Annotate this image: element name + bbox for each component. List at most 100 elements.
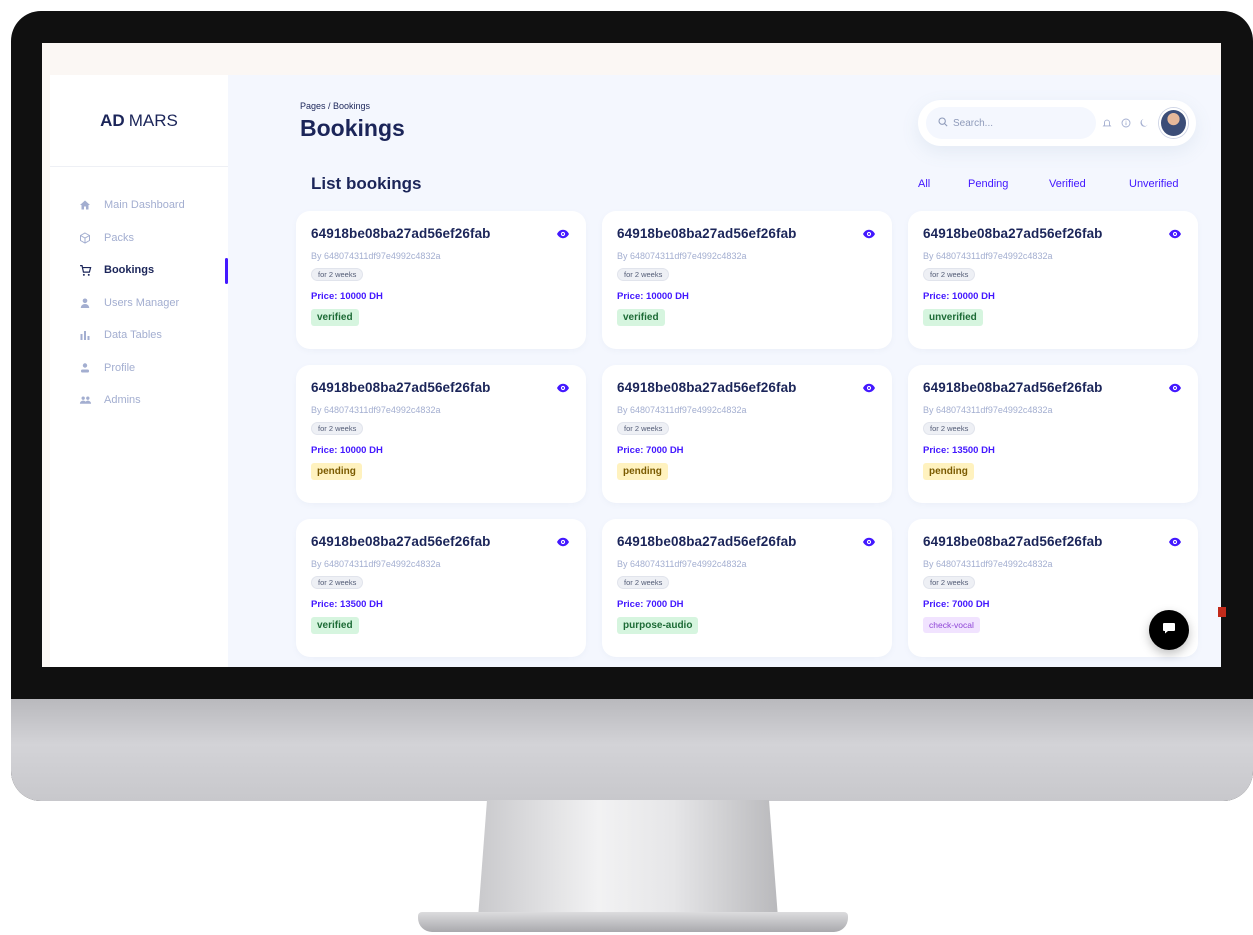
status-badge: verified — [311, 617, 359, 634]
duration-badge: for 2 weeks — [617, 576, 670, 589]
sidebar: AD MARS Main Dashboard Packs Bookings Users… — [50, 75, 228, 667]
info-icon[interactable] — [1119, 116, 1132, 130]
status-badge: pending — [923, 463, 974, 480]
booking-price: Price: 10000 DH — [617, 291, 689, 302]
duration-badge: for 2 weeks — [311, 576, 364, 589]
duration-badge: for 2 weeks — [923, 576, 976, 589]
duration-badge: for 2 weeks — [311, 422, 364, 435]
sidebar-item-users-manager[interactable]: Users Manager — [50, 287, 228, 320]
sidebar-item-admins[interactable]: Admins — [50, 384, 228, 417]
brand-rest: MARS — [128, 110, 178, 130]
booking-owner: By 648074311df97e4992c4832a — [617, 405, 747, 415]
sidebar-item-data-tables[interactable]: Data Tables — [50, 319, 228, 352]
sidebar-item-label: Users Manager — [104, 296, 180, 309]
booking-id: 64918be08ba27ad56ef26fab — [923, 226, 1103, 241]
booking-owner: By 648074311df97e4992c4832a — [923, 405, 1053, 415]
moon-icon[interactable] — [1138, 116, 1151, 130]
cube-icon — [78, 231, 92, 245]
monitor-frame: AD MARS Main Dashboard Packs Bookings Users… — [11, 11, 1253, 801]
home-icon — [78, 198, 92, 212]
sidebar-item-label: Profile — [104, 361, 136, 374]
booking-price: Price: 10000 DH — [311, 291, 383, 302]
sidebar-item-label: Main Dashboard — [104, 199, 185, 212]
status-badge: verified — [617, 309, 665, 326]
eye-icon[interactable] — [862, 227, 876, 241]
sidebar-nav: Main Dashboard Packs Bookings Users Manager… — [50, 167, 228, 417]
booking-owner: By 648074311df97e4992c4832a — [311, 251, 441, 261]
booking-price: Price: 7000 DH — [617, 445, 684, 456]
booking-owner: By 648074311df97e4992c4832a — [311, 405, 441, 415]
breadcrumb[interactable]: Pages / Bookings — [300, 101, 370, 111]
booking-owner: By 648074311df97e4992c4832a — [311, 559, 441, 569]
monitor-chin — [11, 699, 1253, 801]
header-toolbar — [918, 100, 1196, 146]
bar-chart-icon — [78, 328, 92, 342]
booking-card: 64918be08ba27ad56ef26fab By 648074311df97… — [296, 519, 586, 657]
filter-verified[interactable]: Verified — [1049, 178, 1086, 190]
red-mark — [1218, 607, 1226, 617]
status-badge: pending — [617, 463, 668, 480]
brand-logo[interactable]: AD MARS — [50, 75, 228, 167]
sidebar-item-profile[interactable]: Profile — [50, 352, 228, 385]
booking-price: Price: 10000 DH — [923, 291, 995, 302]
booking-card: 64918be08ba27ad56ef26fab By 648074311df97… — [908, 365, 1198, 503]
booking-card: 64918be08ba27ad56ef26fab By 648074311df97… — [602, 365, 892, 503]
eye-icon[interactable] — [1168, 381, 1182, 395]
filter-all[interactable]: All — [918, 178, 930, 190]
user-icon — [78, 296, 92, 310]
chat-icon — [1161, 620, 1177, 641]
search-icon — [938, 114, 948, 132]
booking-owner: By 648074311df97e4992c4832a — [923, 559, 1053, 569]
monitor-stand-neck — [478, 800, 778, 918]
filter-pending[interactable]: Pending — [968, 178, 1008, 190]
sidebar-item-bookings[interactable]: Bookings — [50, 254, 228, 287]
booking-price: Price: 7000 DH — [617, 599, 684, 610]
filter-tabs: All Pending Verified Unverified — [918, 178, 1188, 194]
booking-id: 64918be08ba27ad56ef26fab — [923, 534, 1103, 549]
eye-icon[interactable] — [556, 227, 570, 241]
sidebar-item-main-dashboard[interactable]: Main Dashboard — [50, 189, 228, 222]
sidebar-item-packs[interactable]: Packs — [50, 222, 228, 255]
eye-icon[interactable] — [862, 535, 876, 549]
booking-id: 64918be08ba27ad56ef26fab — [311, 226, 491, 241]
cart-icon — [78, 263, 92, 277]
booking-id: 64918be08ba27ad56ef26fab — [617, 226, 797, 241]
eye-icon[interactable] — [556, 381, 570, 395]
sidebar-item-label: Bookings — [104, 264, 155, 277]
person-icon — [78, 361, 92, 375]
sidebar-item-label: Admins — [104, 394, 141, 407]
booking-card: 64918be08ba27ad56ef26fab By 648074311df97… — [602, 519, 892, 657]
eye-icon[interactable] — [556, 535, 570, 549]
filter-unverified[interactable]: Unverified — [1129, 178, 1179, 190]
page-title: Bookings — [300, 115, 405, 141]
booking-price: Price: 10000 DH — [311, 445, 383, 456]
booking-id: 64918be08ba27ad56ef26fab — [617, 380, 797, 395]
main-content: Pages / Bookings Bookings Search... List… — [228, 75, 1221, 667]
booking-price: Price: 13500 DH — [923, 445, 995, 456]
booking-card: 64918be08ba27ad56ef26fab By 648074311df97… — [296, 365, 586, 503]
booking-owner: By 648074311df97e4992c4832a — [617, 559, 747, 569]
status-badge: verified — [311, 309, 359, 326]
avatar[interactable] — [1159, 108, 1188, 138]
sidebar-item-label: Data Tables — [104, 329, 162, 342]
booking-card: 64918be08ba27ad56ef26fab By 648074311df97… — [296, 211, 586, 349]
chat-button[interactable] — [1149, 610, 1189, 650]
group-icon — [78, 393, 92, 407]
booking-id: 64918be08ba27ad56ef26fab — [311, 534, 491, 549]
eye-icon[interactable] — [862, 381, 876, 395]
duration-badge: for 2 weeks — [923, 422, 976, 435]
booking-owner: By 648074311df97e4992c4832a — [923, 251, 1053, 261]
search-input[interactable] — [953, 117, 1083, 129]
booking-card: 64918be08ba27ad56ef26fab By 648074311df97… — [602, 211, 892, 349]
bookings-grid: 64918be08ba27ad56ef26fab By 648074311df97… — [296, 211, 1198, 657]
booking-owner: By 648074311df97e4992c4832a — [617, 251, 747, 261]
eye-icon[interactable] — [1168, 535, 1182, 549]
app-window: AD MARS Main Dashboard Packs Bookings Users… — [50, 75, 1221, 667]
brand-bold: AD — [100, 110, 125, 130]
booking-price: Price: 7000 DH — [923, 599, 990, 610]
bell-icon[interactable] — [1101, 116, 1114, 130]
duration-badge: for 2 weeks — [311, 268, 364, 281]
duration-badge: for 2 weeks — [617, 422, 670, 435]
eye-icon[interactable] — [1168, 227, 1182, 241]
search-box[interactable] — [926, 107, 1096, 139]
